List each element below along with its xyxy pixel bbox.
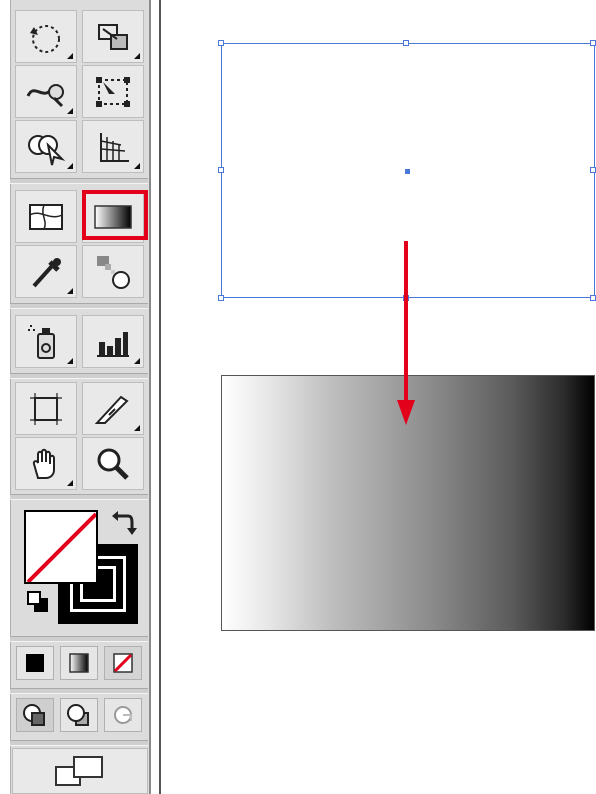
none-mode-button[interactable] xyxy=(104,646,142,680)
selection-handle[interactable] xyxy=(590,167,596,173)
free-transform-tool[interactable] xyxy=(82,65,144,118)
eyedropper-tool[interactable] xyxy=(15,245,77,298)
slice-tool[interactable] xyxy=(82,382,144,435)
tools-separator xyxy=(10,303,148,309)
perspective-grid-icon xyxy=(100,132,129,162)
color-mode-button[interactable] xyxy=(16,646,54,680)
fill-stroke-area xyxy=(12,500,148,634)
column-graph-icon xyxy=(97,331,129,357)
none-mode-icon xyxy=(113,653,133,673)
artboard-icon xyxy=(30,392,62,425)
eyedropper-icon xyxy=(32,257,61,287)
color-mode-row xyxy=(12,644,148,682)
gradient-tool-highlight xyxy=(82,190,148,240)
blend-tool[interactable] xyxy=(82,245,144,298)
color-mode-icon xyxy=(26,654,44,672)
symbol-sprayer-tool[interactable] xyxy=(15,315,77,368)
tools-separator xyxy=(10,636,148,642)
swap-fill-stroke-icon[interactable] xyxy=(110,510,138,536)
selection-handle[interactable] xyxy=(403,40,409,46)
artboard-tool[interactable] xyxy=(15,382,77,435)
tools-panel-edge xyxy=(159,0,161,794)
screen-mode-icon xyxy=(55,756,103,786)
scale-tool[interactable] xyxy=(82,10,144,63)
warp-icon xyxy=(26,83,64,107)
none-fill-icon xyxy=(26,512,96,582)
selection-handle[interactable] xyxy=(590,295,596,301)
selection-handle[interactable] xyxy=(218,295,224,301)
free-transform-icon xyxy=(96,76,130,107)
tools-panel xyxy=(0,0,161,794)
tools-separator xyxy=(10,740,148,746)
slice-icon xyxy=(94,395,129,424)
tools-separator xyxy=(10,688,148,694)
gradient-filled-rectangle[interactable] xyxy=(221,375,595,631)
hand-icon xyxy=(32,448,55,479)
draw-behind-icon xyxy=(67,704,89,726)
mesh-icon xyxy=(29,203,63,230)
tools-separator xyxy=(10,373,148,379)
rotate-tool[interactable] xyxy=(15,10,77,63)
draw-normal-icon xyxy=(23,704,45,726)
draw-normal-button[interactable] xyxy=(16,698,54,732)
default-fill-stroke-icon[interactable] xyxy=(26,590,52,616)
selection-handle[interactable] xyxy=(218,167,224,173)
draw-inside-button[interactable] xyxy=(104,698,142,732)
draw-inside-icon xyxy=(114,706,132,724)
gradient-mode-icon xyxy=(69,653,89,673)
tools-separator xyxy=(10,178,148,184)
screen-mode-button[interactable] xyxy=(12,748,148,794)
zoom-icon xyxy=(97,448,129,480)
column-graph-tool[interactable] xyxy=(82,315,144,368)
shape-builder-icon xyxy=(28,134,66,165)
blend-icon xyxy=(97,255,130,289)
gradient-mode-button[interactable] xyxy=(60,646,98,680)
selection-handle[interactable] xyxy=(403,295,409,301)
hand-tool[interactable] xyxy=(15,437,77,490)
perspective-grid-tool[interactable] xyxy=(82,120,144,173)
zoom-tool[interactable] xyxy=(82,437,144,490)
draw-behind-button[interactable] xyxy=(60,698,98,732)
mesh-tool[interactable] xyxy=(15,190,77,243)
scale-icon xyxy=(98,23,128,50)
shape-builder-tool[interactable] xyxy=(15,120,77,173)
fill-swatch[interactable] xyxy=(24,510,98,584)
warp-tool[interactable] xyxy=(15,65,77,118)
draw-mode-row xyxy=(12,696,148,734)
selection-center-point xyxy=(405,169,410,174)
selection-handle[interactable] xyxy=(590,40,596,46)
symbol-sprayer-icon xyxy=(28,324,55,359)
rotate-icon xyxy=(30,24,60,53)
selection-handle[interactable] xyxy=(218,40,224,46)
